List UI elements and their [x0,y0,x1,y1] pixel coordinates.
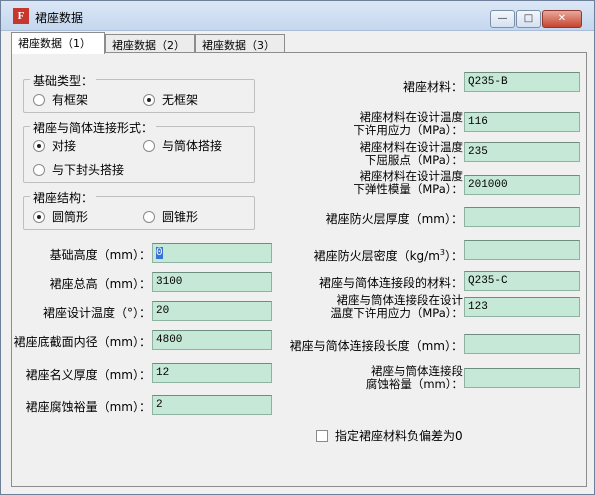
tab-skirt-data-3[interactable]: 裙座数据（3） [195,34,285,53]
nominal-thickness-label: 裙座名义厚度（mm）： [25,368,151,382]
radio-lap-head[interactable]: 与下封头搭接 [33,161,124,178]
nominal-thickness-input[interactable]: 12 [152,363,272,383]
connection-length-label: 裙座与简体连接段长度（mm）： [289,339,463,353]
yield-point-label: 裙座材料在设计温度 下屈服点（MPa）： [359,140,464,167]
design-temp-label: 裙座设计温度（°）： [42,306,151,320]
radio-selected-icon [33,139,45,152]
foundation-type-label: 基础类型： [30,72,97,89]
elastic-modulus-label: 裙座材料在设计温度 下弹性模量（MPa）： [353,169,463,196]
foundation-type-group: 基础类型： 有框架 无框架 [23,72,255,113]
radio-conical-label: 圆锥形 [162,210,199,224]
radio-with-frame[interactable]: 有框架 [33,91,88,108]
radio-butt-joint-label: 对接 [52,139,77,153]
bottom-diameter-input[interactable]: 4800 [152,330,272,350]
minimize-button[interactable]: — [490,10,515,28]
fire-layer-density-label: 裙座防火层密度（kg/m3）： [313,248,463,263]
tab-skirt-data-2[interactable]: 裙座数据（2） [105,34,195,53]
radio-icon [143,210,155,223]
radio-lap-shell[interactable]: 与筒体搭接 [143,137,222,154]
foundation-height-input[interactable]: 0 [152,243,272,263]
radio-icon [33,163,45,176]
connection-corrosion-input[interactable] [464,368,580,388]
skirt-structure-label: 裙座结构： [30,189,97,206]
connection-material-input[interactable]: Q235-C [464,271,580,291]
fire-layer-density-input[interactable] [464,240,580,260]
fire-layer-thickness-label: 裙座防火层厚度（mm）： [325,212,463,226]
radio-lap-shell-label: 与筒体搭接 [162,139,223,153]
total-height-input[interactable]: 3100 [152,272,272,292]
connection-length-input[interactable] [464,334,580,354]
dialog-window: F 裙座数据 — □ ✕ 裙座数据（1） 裙座数据（2） 裙座数据（3） 基础类… [0,0,595,495]
radio-without-frame-label: 无框架 [162,93,199,107]
radio-with-frame-label: 有框架 [52,93,89,107]
radio-icon [33,93,45,106]
design-temp-input[interactable]: 20 [152,301,272,321]
fire-layer-thickness-input[interactable] [464,207,580,227]
yield-point-input[interactable]: 235 [464,142,580,162]
connection-material-label: 裙座与简体连接段的材料： [318,276,463,290]
radio-cylindrical[interactable]: 圆筒形 [33,208,88,225]
radio-selected-icon [33,210,45,223]
allowable-stress-label: 裙座材料在设计温度 下许用应力（MPa）： [353,110,463,137]
foundation-height-value: 0 [156,247,163,259]
radio-cylindrical-label: 圆筒形 [52,210,89,224]
corrosion-allowance-input[interactable]: 2 [152,395,272,415]
window-title: 裙座数据 [35,11,84,25]
corrosion-allowance-label: 裙座腐蚀裕量（mm）： [25,400,151,414]
negative-tolerance-label: 指定裙座材料负偏差为0 [335,429,463,443]
connection-stress-input[interactable]: 123 [464,297,580,317]
connection-corrosion-label: 裙座与筒体连接段 腐蚀裕量（mm）： [365,364,463,391]
tab-panel: 基础类型： 有框架 无框架 裙座与简体连接形式： 对接 与筒体搭接 与下封头搭接… [11,52,587,487]
close-button[interactable]: ✕ [542,10,582,28]
allowable-stress-input[interactable]: 116 [464,112,580,132]
checkbox-icon [316,429,328,442]
radio-icon [143,139,155,152]
radio-butt-joint[interactable]: 对接 [33,137,76,154]
foundation-height-label: 基础高度（mm）： [49,248,151,262]
elastic-modulus-input[interactable]: 201000 [464,175,580,195]
maximize-button[interactable]: □ [516,10,541,28]
connection-stress-label: 裙座与筒体连接段在设计 温度下许用应力（MPa）： [330,293,463,320]
bottom-diameter-label: 裙座底截面内径（mm）： [13,335,151,349]
radio-lap-head-label: 与下封头搭接 [52,163,125,177]
total-height-label: 裙座总高（mm）： [49,277,151,291]
skirt-structure-group: 裙座结构： 圆筒形 圆锥形 [23,189,255,230]
negative-tolerance-checkbox[interactable]: 指定裙座材料负偏差为0 [316,427,463,444]
radio-without-frame[interactable]: 无框架 [143,91,198,108]
title-bar: F 裙座数据 — □ ✕ [1,1,594,31]
tab-skirt-data-1[interactable]: 裙座数据（1） [11,32,105,54]
app-icon: F [13,8,29,24]
radio-conical[interactable]: 圆锥形 [143,208,198,225]
radio-selected-icon [143,93,155,106]
skirt-material-label: 裙座材料： [402,80,463,94]
skirt-material-input[interactable]: Q235-B [464,72,580,92]
connection-type-group: 裙座与简体连接形式： 对接 与筒体搭接 与下封头搭接 [23,119,255,183]
connection-type-label: 裙座与简体连接形式： [30,119,157,136]
